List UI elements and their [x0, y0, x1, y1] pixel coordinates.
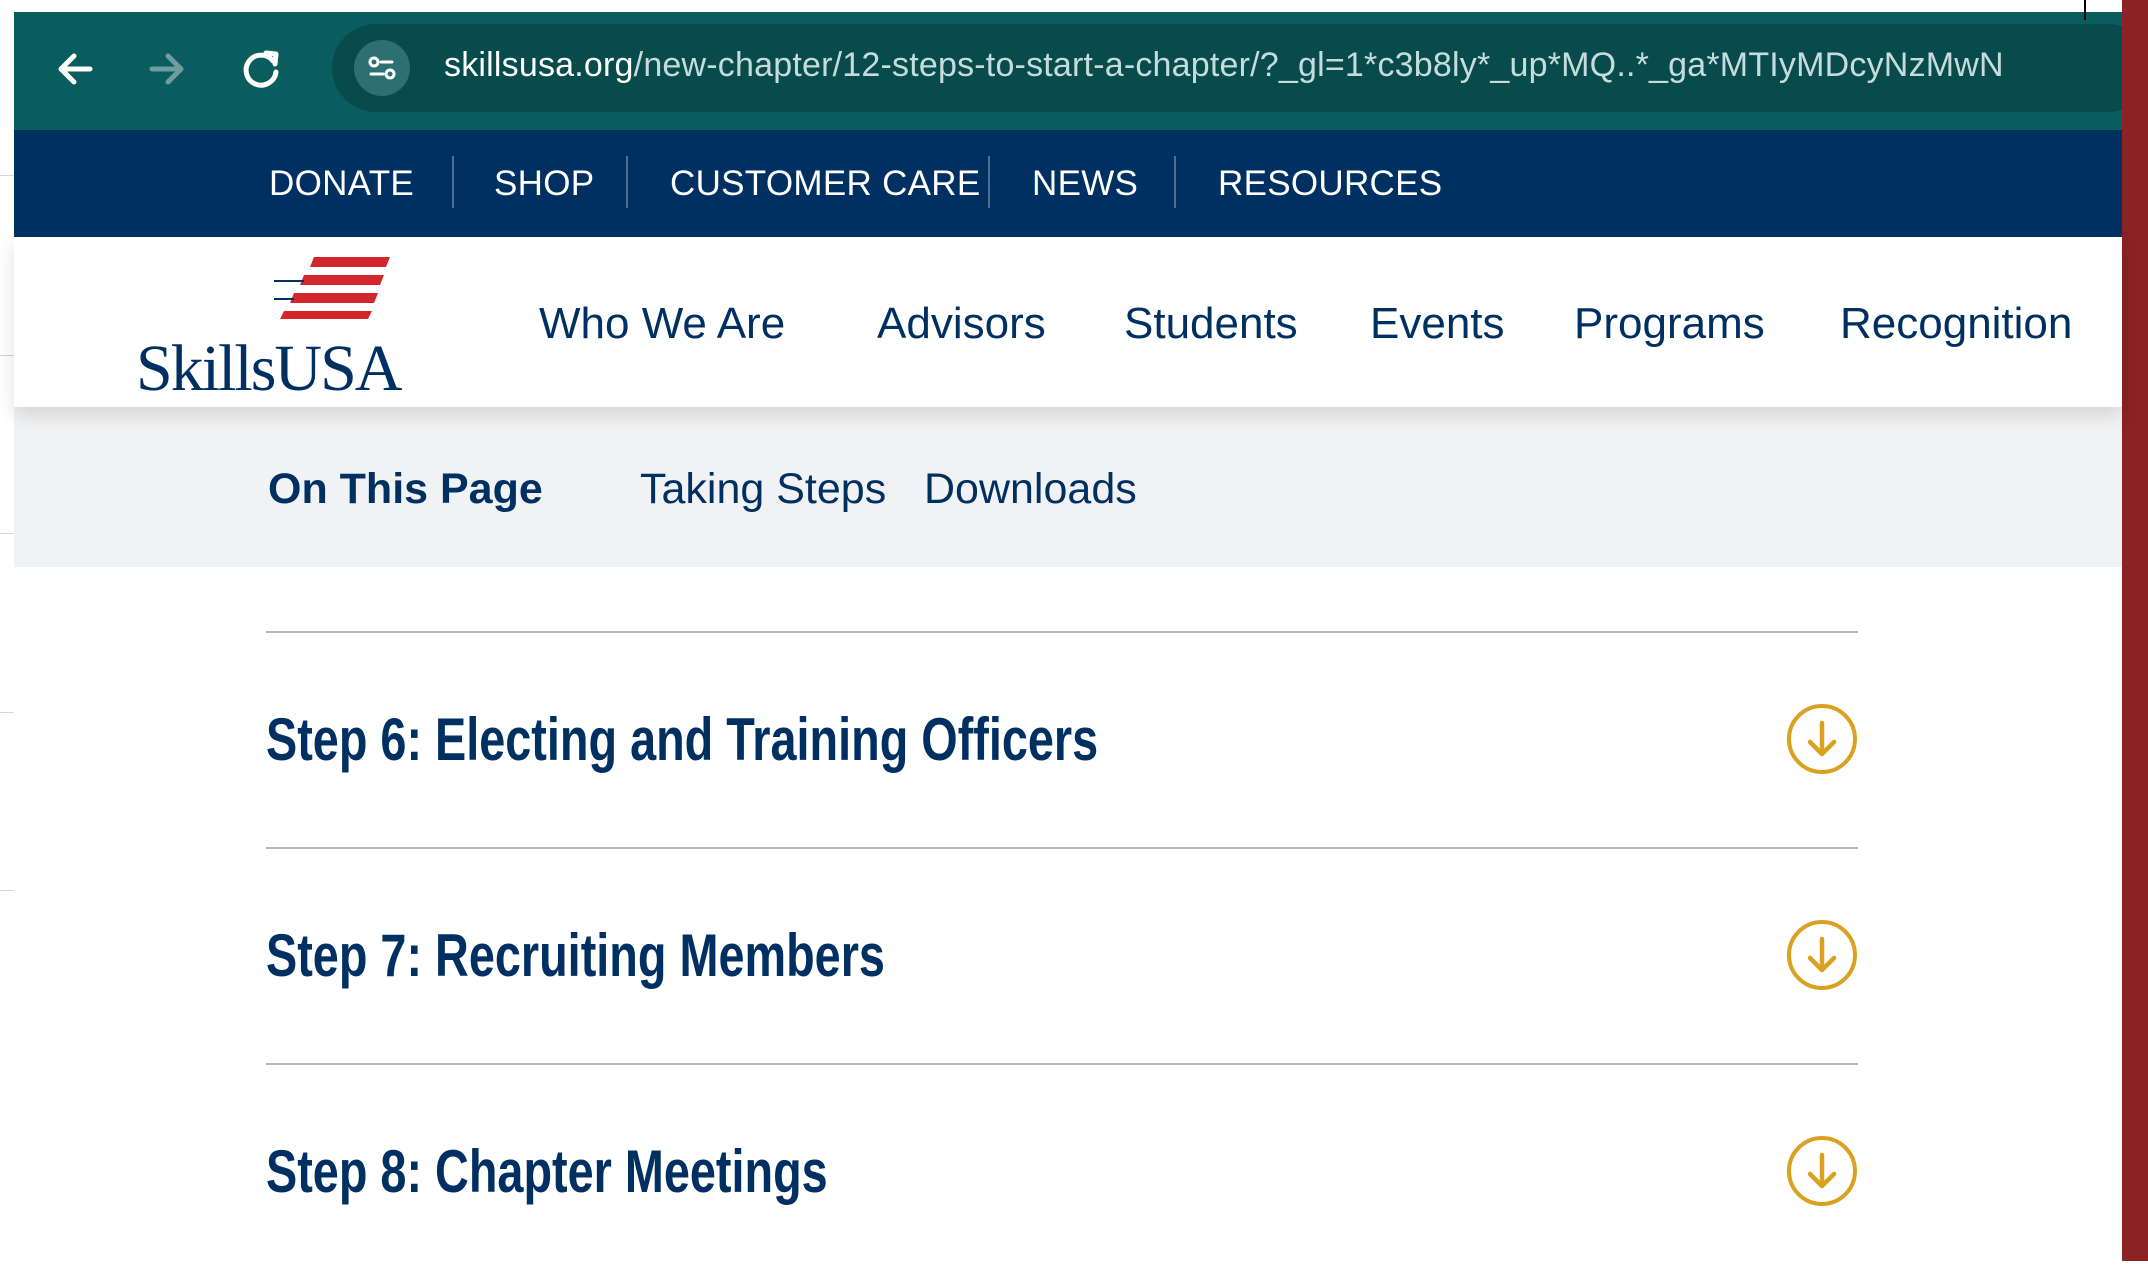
accordion-title: Step 8: Chapter Meetings [266, 1138, 828, 1205]
browser-toolbar: skillsusa.org/new-chapter/12-steps-to-st… [14, 0, 2148, 130]
divider [0, 355, 14, 356]
logo-text: SkillsUSA [136, 332, 402, 405]
util-link-customer-care[interactable]: CUSTOMER CARE [670, 164, 981, 204]
flag-stripes-icon [274, 257, 390, 319]
nav-events[interactable]: Events [1370, 299, 1505, 349]
forward-button[interactable] [142, 44, 192, 94]
util-link-news[interactable]: NEWS [1032, 164, 1138, 204]
divider [0, 175, 14, 176]
divider [0, 712, 14, 713]
nav-programs[interactable]: Programs [1574, 299, 1765, 349]
nav-who-we-are[interactable]: Who We Are [539, 299, 785, 349]
forward-arrow-icon [149, 53, 184, 85]
util-separator [1174, 156, 1176, 208]
url-path: /new-chapter/12-steps-to-start-a-chapter… [633, 46, 2004, 84]
address-bar[interactable]: skillsusa.org/new-chapter/12-steps-to-st… [332, 24, 2148, 112]
jump-link-taking-steps[interactable]: Taking Steps [640, 465, 886, 514]
url-text[interactable]: skillsusa.org/new-chapter/12-steps-to-st… [444, 46, 2004, 85]
nav-students[interactable]: Students [1124, 299, 1298, 349]
expand-arrow-down-icon[interactable] [1786, 703, 1858, 775]
site-settings-icon[interactable] [354, 40, 410, 96]
jump-link-downloads[interactable]: Downloads [924, 465, 1137, 514]
util-separator [626, 156, 628, 208]
expand-arrow-down-icon[interactable] [1786, 1135, 1858, 1207]
util-separator [988, 156, 990, 208]
back-arrow-icon [58, 53, 93, 85]
url-domain: skillsusa.org [444, 46, 634, 84]
utility-nav: DONATE SHOP CUSTOMER CARE NEWS RESOURCES [14, 130, 2122, 237]
util-link-shop[interactable]: SHOP [494, 164, 594, 204]
right-edge-bar [2122, 0, 2148, 1261]
util-link-resources[interactable]: RESOURCES [1218, 164, 1442, 204]
accordion-item-step-6[interactable]: Step 6: Electing and Training Officers [266, 633, 1858, 847]
nav-advisors[interactable]: Advisors [877, 299, 1046, 349]
cursor-mark [2084, 0, 2086, 20]
left-strip [0, 0, 14, 1261]
reload-button[interactable] [236, 44, 286, 94]
divider [0, 533, 14, 534]
accordion-item-step-8[interactable]: Step 8: Chapter Meetings [266, 1065, 1858, 1279]
accordion-item-step-7[interactable]: Step 7: Recruiting Members [266, 849, 1858, 1063]
reload-icon [243, 50, 279, 88]
skillsusa-logo[interactable]: SkillsUSA [136, 255, 436, 405]
window-top-edge [14, 0, 2122, 12]
on-this-page-title: On This Page [268, 465, 543, 513]
on-this-page-bar: On This Page Taking Steps Downloads [14, 407, 2122, 567]
accordion-title: Step 7: Recruiting Members [266, 922, 885, 989]
main-header: SkillsUSA Who We Are Advisors Students E… [14, 237, 2122, 407]
util-separator [452, 156, 454, 208]
expand-arrow-down-icon[interactable] [1786, 919, 1858, 991]
util-link-donate[interactable]: DONATE [269, 164, 414, 204]
nav-recognition[interactable]: Recognition [1840, 299, 2072, 349]
divider [0, 890, 14, 891]
back-button[interactable] [50, 44, 100, 94]
accordion-title: Step 6: Electing and Training Officers [266, 706, 1099, 773]
